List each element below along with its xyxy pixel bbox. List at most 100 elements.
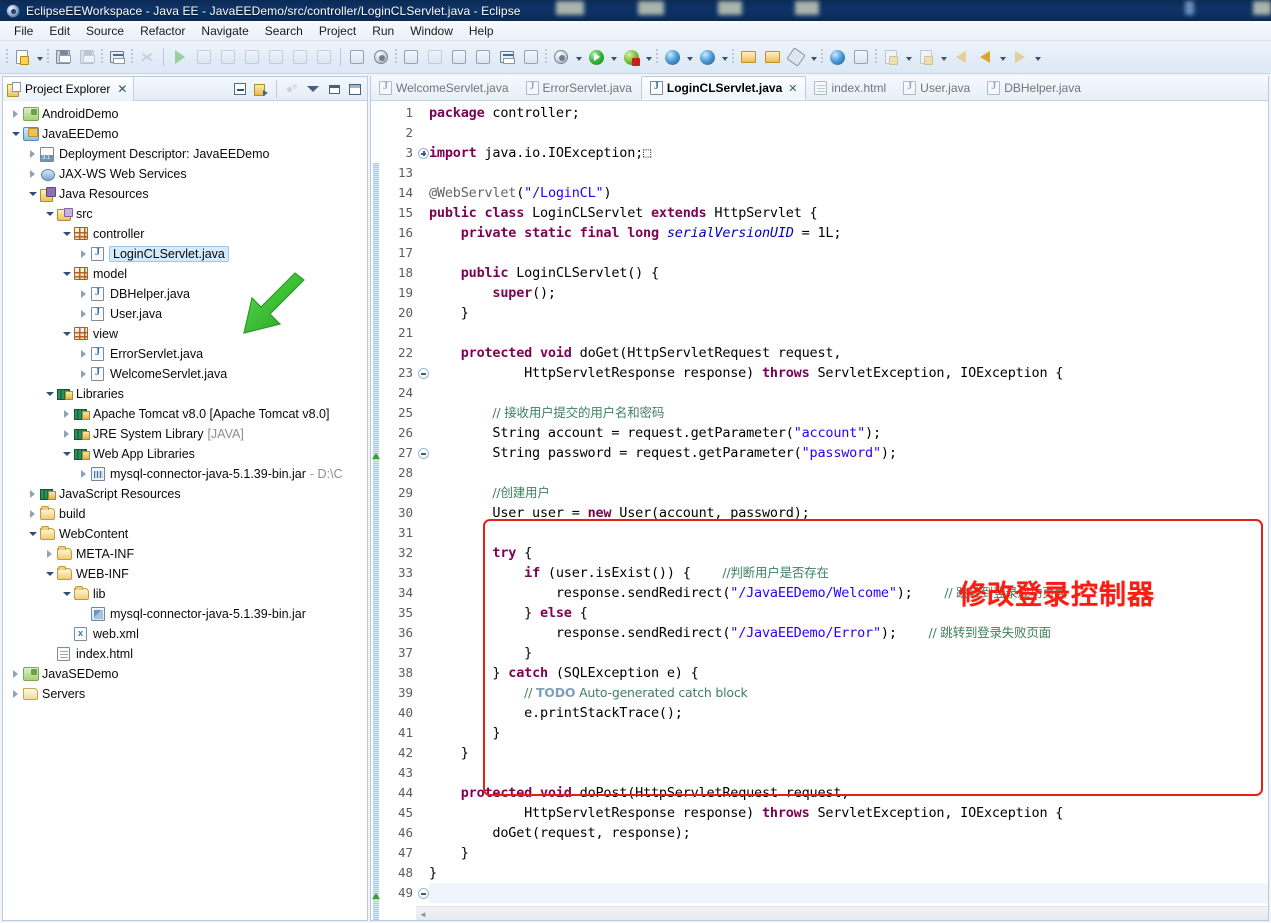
tree-twisty-closed[interactable] [26,484,39,504]
new-package-button[interactable] [448,46,470,68]
menu-source[interactable]: Source [78,22,132,40]
tree-twisty-closed[interactable] [77,344,90,364]
tree-item-libraries[interactable]: Libraries [3,384,367,404]
code-line[interactable]: // TODO Auto-generated catch block [429,683,1268,703]
tree-twisty-closed[interactable] [43,544,56,564]
collapse-all-button[interactable] [230,79,250,99]
tree-item-webcontent[interactable]: WebContent [3,524,367,544]
code-line[interactable]: //创建用户 [429,483,1268,503]
close-icon[interactable]: ✕ [117,82,127,96]
code-line[interactable]: HttpServletResponse response) throws Ser… [429,803,1268,823]
debug-dropdown[interactable] [643,46,654,68]
code-line[interactable]: } [429,643,1268,663]
code-line[interactable]: response.sendRedirect("/JavaEEDemo/Error… [429,623,1268,643]
tree-item-view[interactable]: view [3,324,367,344]
menu-navigate[interactable]: Navigate [193,22,256,40]
tree-twisty-closed[interactable] [26,164,39,184]
code-line[interactable] [429,763,1268,783]
tree-twisty-open[interactable] [26,184,39,204]
new-java-class-button[interactable] [424,46,446,68]
source-code-text[interactable]: package controller; import java.io.IOExc… [429,101,1268,906]
forward-button[interactable] [974,46,996,68]
open-folder-button[interactable] [761,46,783,68]
tree-twisty-open[interactable] [60,444,73,464]
code-line[interactable] [429,163,1268,183]
code-line[interactable]: } [429,303,1268,323]
open-type-button[interactable] [496,46,518,68]
tree-item-dbhelper-java[interactable]: DBHelper.java [3,284,367,304]
previous-annotation-button[interactable] [370,46,392,68]
new-wizard-button[interactable] [11,46,33,68]
save-button[interactable] [52,46,74,68]
open-task-button[interactable] [520,46,542,68]
code-line[interactable]: } [429,723,1268,743]
tree-item-java-resources[interactable]: Java Resources [3,184,367,204]
code-line[interactable]: e.printStackTrace(); [429,703,1268,723]
previous-edit-button[interactable] [880,46,902,68]
new-jsp-button[interactable] [472,46,494,68]
editor-tab-user-java[interactable]: User.java [895,76,979,100]
tree-item-mysql-connector-java-5-1-39-bin-jar[interactable]: mysql-connector-java-5.1.39-bin.jar - D:… [3,464,367,484]
code-line[interactable]: User user = new User(account, password); [429,503,1268,523]
code-line[interactable]: HttpServletResponse response) throws Ser… [429,363,1268,383]
profile-button[interactable] [696,46,718,68]
profile-dropdown[interactable] [719,46,730,68]
tree-twisty-closed[interactable] [77,304,90,324]
minimize-view-button[interactable] [324,79,344,99]
fold-collapse-marker[interactable] [418,448,429,459]
tab-project-explorer[interactable]: Project Explorer ✕ [3,76,135,101]
code-line[interactable]: private static final long serialVersionU… [429,223,1268,243]
forward2-dropdown[interactable] [1032,46,1043,68]
editor-tab-errorservlet-java[interactable]: ErrorServlet.java [518,76,641,100]
search-button[interactable] [400,46,422,68]
code-line[interactable]: import java.io.IOException;⬚ [429,143,1268,163]
tree-twisty-open[interactable] [60,224,73,244]
tree-twisty-open[interactable] [43,384,56,404]
run-on-server-dropdown[interactable] [684,46,695,68]
tree-twisty-closed[interactable] [60,404,73,424]
tree-item-web-inf[interactable]: WEB-INF [3,564,367,584]
toggle-breakpoint-button[interactable] [136,46,158,68]
suspend-button[interactable] [193,46,215,68]
save-all-button[interactable] [76,46,98,68]
code-line[interactable]: } [429,843,1268,863]
scroll-left-arrow-icon[interactable]: ◄ [418,909,428,919]
menu-window[interactable]: Window [402,22,461,40]
next-edit-button[interactable] [915,46,937,68]
close-icon[interactable]: ✕ [788,82,797,95]
tree-twisty-closed[interactable] [26,504,39,524]
code-line[interactable]: } [429,743,1268,763]
external-tools-dropdown[interactable] [573,46,584,68]
tree-item-errorservlet-java[interactable]: ErrorServlet.java [3,344,367,364]
external-tools-button[interactable] [550,46,572,68]
tree-item-index-html[interactable]: index.html [3,644,367,664]
link-with-editor-button[interactable] [251,79,271,99]
run-on-server-button[interactable] [661,46,683,68]
menu-project[interactable]: Project [311,22,364,40]
run-dropdown[interactable] [608,46,619,68]
previous-edit-dropdown[interactable] [903,46,914,68]
menu-edit[interactable]: Edit [41,22,78,40]
debug-button[interactable] [620,46,642,68]
tree-item-javasedemo[interactable]: JavaSEDemo [3,664,367,684]
new-wizard2-dropdown[interactable] [808,46,819,68]
tree-item-welcomeservlet-java[interactable]: WelcomeServlet.java [3,364,367,384]
menu-refactor[interactable]: Refactor [132,22,193,40]
tree-item-loginclservlet-java[interactable]: LoginCLServlet.java [3,244,367,264]
code-line[interactable] [429,523,1268,543]
tree-item-web-app-libraries[interactable]: Web App Libraries [3,444,367,464]
tree-item-src[interactable]: src [3,204,367,224]
code-line[interactable]: // 接收用户提交的用户名和密码 [429,403,1268,423]
code-line[interactable]: super(); [429,283,1268,303]
code-line[interactable]: String account = request.getParameter("a… [429,423,1268,443]
maximize-view-button[interactable] [345,79,365,99]
terminate-button[interactable] [217,46,239,68]
project-tree[interactable]: AndroidDemo JavaEEDemo Deployment Descript… [3,101,367,920]
tree-item-user-java[interactable]: User.java [3,304,367,324]
editor-tab-welcomeservlet-java[interactable]: WelcomeServlet.java [371,76,518,100]
code-line[interactable]: String password = request.getParameter("… [429,443,1268,463]
fold-collapse-marker[interactable] [418,368,429,379]
tree-item-build[interactable]: build [3,504,367,524]
tree-item-model[interactable]: model [3,264,367,284]
print-button[interactable] [106,46,128,68]
